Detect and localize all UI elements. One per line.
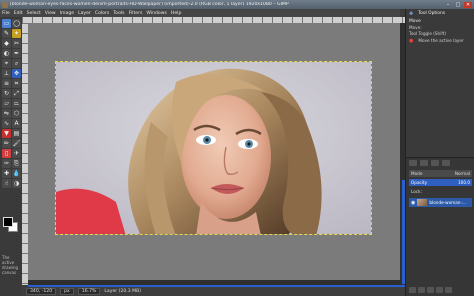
- menu-file[interactable]: File: [2, 11, 10, 16]
- paths-icon[interactable]: ✒: [12, 49, 21, 58]
- unit-select[interactable]: px: [60, 288, 74, 295]
- tool-hint-text: The active drawing canvas: [2, 255, 19, 275]
- menu-tools[interactable]: Tools: [113, 11, 124, 16]
- layer-mode-select[interactable]: Mode Normal: [409, 170, 472, 177]
- window-title: [blonde-woman-eyes-faces-women-denim-por…: [10, 2, 289, 7]
- eye-icon[interactable]: ◉: [411, 200, 415, 206]
- tool-options-title: Tool Options: [418, 11, 446, 16]
- text-icon[interactable]: A: [12, 119, 21, 128]
- airbrush-icon[interactable]: ✈: [12, 149, 21, 158]
- fuzzy-select-icon[interactable]: ✦: [12, 29, 21, 38]
- maximize-button[interactable]: □: [454, 2, 462, 8]
- tab-layers[interactable]: [409, 160, 417, 166]
- warp-icon[interactable]: ∿: [2, 119, 11, 128]
- eraser-icon[interactable]: ▯: [2, 149, 11, 158]
- lock-label: Lock:: [411, 189, 422, 194]
- paintbrush-icon[interactable]: 🖌: [12, 139, 21, 148]
- align-icon[interactable]: ≡: [2, 79, 11, 88]
- layer-name: blonde-woman-...: [429, 200, 466, 205]
- pointer-coordinates: 340, -120: [26, 288, 57, 295]
- heal-icon[interactable]: ✚: [2, 169, 11, 178]
- mode-value: Normal: [454, 171, 470, 176]
- tab-undo[interactable]: [442, 160, 450, 166]
- move-option-row[interactable]: ● Move the active layer: [406, 37, 474, 45]
- zoom-icon[interactable]: ⌕: [12, 59, 21, 68]
- foreground-color-swatch[interactable]: [3, 217, 13, 227]
- foreground-select-icon[interactable]: ◐: [2, 49, 11, 58]
- lower-layer-button[interactable]: [427, 287, 434, 293]
- menu-help[interactable]: Help: [171, 11, 181, 16]
- move-icon[interactable]: ✥: [12, 69, 21, 78]
- pencil-icon[interactable]: ✏: [2, 139, 11, 148]
- close-button[interactable]: ✕: [464, 1, 472, 8]
- tool-options-header: ✥ Tool Options: [406, 9, 474, 18]
- layer-tabs: [406, 158, 474, 168]
- gimp-app-icon: [2, 1, 8, 8]
- tab-channels[interactable]: [420, 160, 428, 166]
- free-select-icon[interactable]: ✎: [2, 29, 11, 38]
- tool-options-section: Move: [409, 19, 421, 24]
- canvas-area[interactable]: [28, 23, 404, 285]
- mode-label: Mode: [411, 171, 423, 176]
- menu-view[interactable]: View: [45, 11, 56, 16]
- layer-buttons: [409, 287, 452, 293]
- ink-icon[interactable]: ✑: [2, 159, 11, 168]
- lock-row: Lock:: [409, 188, 472, 195]
- scale-icon[interactable]: ⤢: [12, 89, 21, 98]
- menu-colors[interactable]: Colors: [95, 11, 109, 16]
- color-select-icon[interactable]: ◆: [2, 39, 11, 48]
- move-tool-icon: ✥: [409, 10, 414, 17]
- menu-layer[interactable]: Layer: [78, 11, 91, 16]
- tool-grid: ▭ ◯ ✎ ✦ ◆ ✂ ◐ ✒ ⌖ ⌕ ⟂ ✥ ≡ ⌗ ↻ ⤢ ▱ ⏢ ⇋ ⬡ ∿ A ▼ ▤ ✏ 🖌 ▯ ✈ ✑ ⎘ ✚ 💧 ☝ ◑: [0, 17, 22, 190]
- tab-paths[interactable]: [431, 160, 439, 166]
- flip-icon[interactable]: ⇋: [2, 109, 11, 118]
- status-bar: 340, -120 px 16.7% Layer (20.3 MB): [22, 287, 405, 296]
- scissors-icon[interactable]: ✂: [12, 39, 21, 48]
- right-dock: ✥ Tool Options Move Move: Tool Toggle (S…: [405, 9, 474, 296]
- dodge-burn-icon[interactable]: ◑: [12, 179, 21, 188]
- move-option-label: Move the active layer: [418, 38, 464, 43]
- menu-image[interactable]: Image: [60, 11, 74, 16]
- gradient-icon[interactable]: ▤: [12, 129, 21, 138]
- menu-edit[interactable]: Edit: [14, 11, 23, 16]
- menu-bar: File Edit Select View Image Layer Colors…: [0, 9, 400, 17]
- perspective-icon[interactable]: ⏢: [12, 99, 21, 108]
- measure-icon[interactable]: ⟂: [2, 69, 11, 78]
- opacity-slider[interactable]: Opacity 100.0: [409, 179, 472, 186]
- shear-icon[interactable]: ▱: [2, 99, 11, 108]
- color-picker-icon[interactable]: ⌖: [2, 59, 11, 68]
- toolbox-panel: ▭ ◯ ✎ ✦ ◆ ✂ ◐ ✒ ⌖ ⌕ ⟂ ✥ ≡ ⌗ ↻ ⤢ ▱ ⏢ ⇋ ⬡ ∿ A ▼ ▤ ✏ 🖌 ▯ ✈ ✑ ⎘ ✚ 💧 ☝ ◑ The a…: [0, 17, 22, 296]
- new-layer-button[interactable]: [409, 287, 416, 293]
- blur-icon[interactable]: 💧: [12, 169, 21, 178]
- layer-row[interactable]: ◉ blonde-woman-...: [409, 198, 472, 207]
- duplicate-layer-button[interactable]: [436, 287, 443, 293]
- image-canvas[interactable]: [55, 61, 372, 235]
- window-controls: – □ ✕: [444, 1, 474, 8]
- raise-layer-button[interactable]: [418, 287, 425, 293]
- layers-panel: Mode Normal Opacity 100.0 Lock: ◉ blonde…: [406, 157, 474, 296]
- delete-layer-button[interactable]: [445, 287, 452, 293]
- crop-icon[interactable]: ⌗: [12, 79, 21, 88]
- clone-icon[interactable]: ⎘: [12, 159, 21, 168]
- smudge-icon[interactable]: ☝: [2, 179, 11, 188]
- rotate-icon[interactable]: ↻: [2, 89, 11, 98]
- opacity-value: 100.0: [458, 180, 470, 185]
- ellipse-select-icon[interactable]: ◯: [12, 19, 21, 28]
- menu-filters[interactable]: Filters: [129, 11, 143, 16]
- portrait-image: [56, 62, 371, 234]
- menu-select[interactable]: Select: [27, 11, 41, 16]
- bucket-fill-icon[interactable]: ▼: [2, 129, 11, 138]
- opacity-label: Opacity: [411, 180, 428, 185]
- layer-info: Layer (20.3 MB): [104, 289, 142, 294]
- cage-icon[interactable]: ⬡: [12, 109, 21, 118]
- window-titlebar: [blonde-woman-eyes-faces-women-denim-por…: [0, 0, 474, 9]
- rect-select-icon[interactable]: ▭: [2, 19, 11, 28]
- radio-icon[interactable]: ●: [409, 38, 413, 44]
- zoom-select[interactable]: 16.7%: [77, 288, 101, 295]
- menu-windows[interactable]: Windows: [146, 11, 167, 16]
- minimize-button[interactable]: –: [444, 2, 452, 8]
- layer-thumbnail: [417, 199, 428, 206]
